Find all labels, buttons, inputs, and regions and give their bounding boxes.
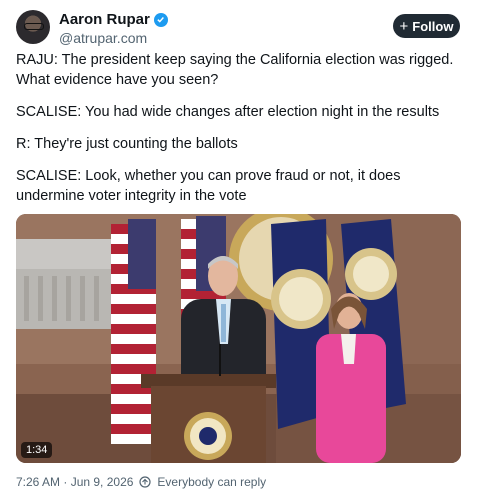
author-handle[interactable]: @atrupar.com: [59, 30, 147, 46]
author-name-row: Aaron Rupar: [59, 11, 168, 28]
tweet-paragraph: R: They're just counting the ballots: [16, 136, 238, 152]
video-duration: 1:34: [21, 442, 53, 458]
author-name[interactable]: Aaron Rupar: [59, 11, 150, 28]
tweet-footer: 7:26 AM · Jun 9, 2026 Everybody can repl…: [16, 475, 266, 489]
tweet-text: RAJU: The president keep saying the Cali…: [16, 50, 466, 218]
verified-badge-icon: [153, 12, 168, 27]
video-frame: [16, 214, 461, 463]
tweet-paragraph: RAJU: The president keep saying the Cali…: [16, 52, 454, 88]
reply-setting: Everybody can reply: [157, 475, 267, 489]
follow-button[interactable]: + Follow: [393, 14, 460, 38]
tweet-paragraph: SCALISE: Look, whether you can prove fra…: [16, 168, 401, 204]
video-player[interactable]: [16, 214, 461, 463]
reply-settings-icon: [139, 476, 152, 488]
follow-button-label: Follow: [412, 18, 454, 34]
author-avatar[interactable]: [16, 10, 50, 44]
avatar-glasses: [24, 23, 44, 30]
tweet-paragraph: SCALISE: You had wide changes after elec…: [16, 104, 440, 120]
plus-icon: +: [399, 17, 409, 35]
timestamp[interactable]: 7:26 AM · Jun 9, 2026: [16, 475, 133, 489]
